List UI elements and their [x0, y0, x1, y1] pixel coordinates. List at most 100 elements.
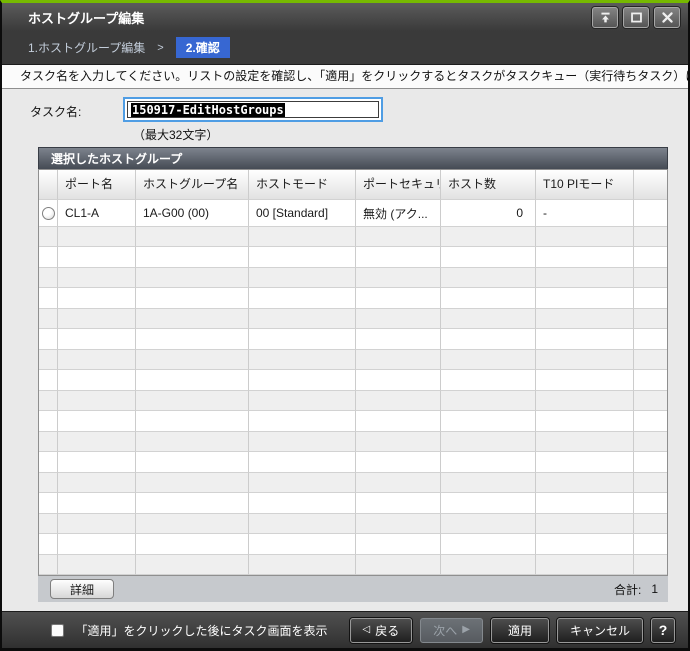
- empty-cell: [136, 411, 249, 432]
- empty-cell: [58, 431, 136, 453]
- empty-cell: [136, 267, 249, 289]
- empty-cell: [441, 452, 536, 473]
- detail-button[interactable]: 詳細: [50, 579, 115, 599]
- column-header-hostcount[interactable]: ホスト数: [441, 170, 536, 200]
- column-header-port[interactable]: ポート名: [58, 170, 136, 200]
- empty-cell: [39, 452, 58, 473]
- close-button[interactable]: [654, 6, 680, 28]
- empty-cell: [634, 411, 667, 432]
- column-header-portsecurity[interactable]: ポートセキュリティ: [356, 170, 441, 200]
- empty-table-row: [39, 554, 667, 575]
- apply-button[interactable]: 適用: [490, 617, 549, 643]
- empty-cell: [536, 329, 634, 350]
- column-header-hostgroup[interactable]: ホストグループ名: [136, 170, 249, 200]
- empty-cell: [58, 247, 136, 268]
- task-name-label: タスク名:: [30, 105, 82, 119]
- empty-cell: [634, 452, 667, 473]
- empty-table-row: [39, 431, 667, 453]
- empty-cell: [136, 390, 249, 412]
- empty-cell: [441, 349, 536, 371]
- empty-cell: [441, 329, 536, 350]
- rollup-button[interactable]: [592, 6, 618, 28]
- task-name-value: 150917-EditHostGroups: [131, 102, 285, 117]
- cell-radio: [39, 200, 58, 227]
- empty-cell: [58, 288, 136, 309]
- maximize-button[interactable]: [623, 6, 649, 28]
- bottom-action-bar: 「適用」をクリックした後にタスク画面を表示 ◁ 戻る 次へ ▶ 適用 キャンセル…: [2, 611, 688, 648]
- empty-cell: [58, 390, 136, 412]
- empty-cell: [136, 247, 249, 268]
- empty-cell: [356, 493, 441, 514]
- empty-cell: [136, 288, 249, 309]
- empty-cell: [39, 267, 58, 289]
- task-name-input-field[interactable]: 150917-EditHostGroups: [127, 101, 379, 118]
- empty-cell: [441, 227, 536, 248]
- task-name-input[interactable]: 150917-EditHostGroups: [123, 97, 383, 122]
- empty-table-row: [39, 267, 667, 289]
- empty-cell: [441, 390, 536, 412]
- cell-hostcount: 0: [441, 200, 536, 227]
- empty-cell: [536, 288, 634, 309]
- empty-table-row: [39, 370, 667, 391]
- column-header-t10pi[interactable]: T10 PIモード: [536, 170, 634, 200]
- instruction-text: タスク名を入力してください。リストの設定を確認し、「適用」をクリックするとタスク…: [2, 65, 688, 89]
- empty-cell: [58, 370, 136, 391]
- empty-cell: [536, 513, 634, 535]
- cell-port: CL1-A: [58, 200, 136, 227]
- empty-cell: [356, 513, 441, 535]
- show-task-screen-checkbox[interactable]: [50, 623, 64, 637]
- dialog-body: タスク名: 150917-EditHostGroups （最大32文字） 選択し…: [2, 89, 688, 611]
- empty-cell: [634, 555, 667, 575]
- empty-cell: [441, 370, 536, 391]
- rollup-icon: [600, 12, 610, 22]
- empty-cell: [536, 390, 634, 412]
- empty-cell: [249, 227, 356, 248]
- empty-cell: [136, 227, 249, 248]
- empty-cell: [634, 391, 667, 412]
- cell-t10pi: -: [536, 200, 634, 227]
- column-header-pad: [634, 170, 667, 200]
- empty-cell: [536, 554, 634, 575]
- empty-cell: [536, 370, 634, 391]
- empty-cell: [39, 431, 58, 453]
- empty-table-row: [39, 329, 667, 350]
- empty-cell: [356, 390, 441, 412]
- empty-cell: [441, 267, 536, 289]
- empty-cell: [249, 288, 356, 309]
- empty-cell: [536, 534, 634, 555]
- empty-table-row: [39, 227, 667, 248]
- empty-cell: [58, 493, 136, 514]
- breadcrumb-separator: >: [157, 41, 164, 54]
- empty-cell: [249, 247, 356, 268]
- empty-cell: [634, 350, 667, 371]
- empty-cell: [39, 554, 58, 575]
- radio-button[interactable]: [41, 206, 55, 220]
- maximize-icon: [630, 12, 642, 22]
- back-button-label: 戻る: [375, 623, 400, 638]
- empty-cell: [58, 227, 136, 248]
- back-arrow-icon: ◁: [362, 624, 371, 635]
- empty-cell: [249, 431, 356, 453]
- cell-hostgroup: 1A-G00 (00): [136, 200, 249, 227]
- column-header-hostmode[interactable]: ホストモード: [249, 170, 356, 200]
- empty-cell: [536, 267, 634, 289]
- back-button[interactable]: ◁ 戻る: [349, 617, 413, 643]
- empty-cell: [356, 227, 441, 248]
- table-row[interactable]: CL1-A 1A-G00 (00) 00 [Standard] 無効 (アク..…: [39, 200, 667, 227]
- next-button[interactable]: 次へ ▶: [420, 617, 483, 643]
- empty-cell: [441, 288, 536, 309]
- help-button[interactable]: ?: [651, 617, 675, 643]
- empty-cell: [39, 493, 58, 514]
- empty-cell: [249, 390, 356, 412]
- empty-cell: [356, 308, 441, 330]
- empty-cell: [536, 349, 634, 371]
- empty-cell: [58, 267, 136, 289]
- empty-cell: [441, 431, 536, 453]
- breadcrumb-step1[interactable]: 1.ホストグループ編集: [28, 39, 145, 56]
- empty-cell: [249, 267, 356, 289]
- empty-table-row: [39, 513, 667, 535]
- cancel-button[interactable]: キャンセル: [556, 617, 643, 643]
- empty-cell: [249, 329, 356, 350]
- empty-cell: [634, 473, 667, 494]
- empty-cell: [634, 329, 667, 350]
